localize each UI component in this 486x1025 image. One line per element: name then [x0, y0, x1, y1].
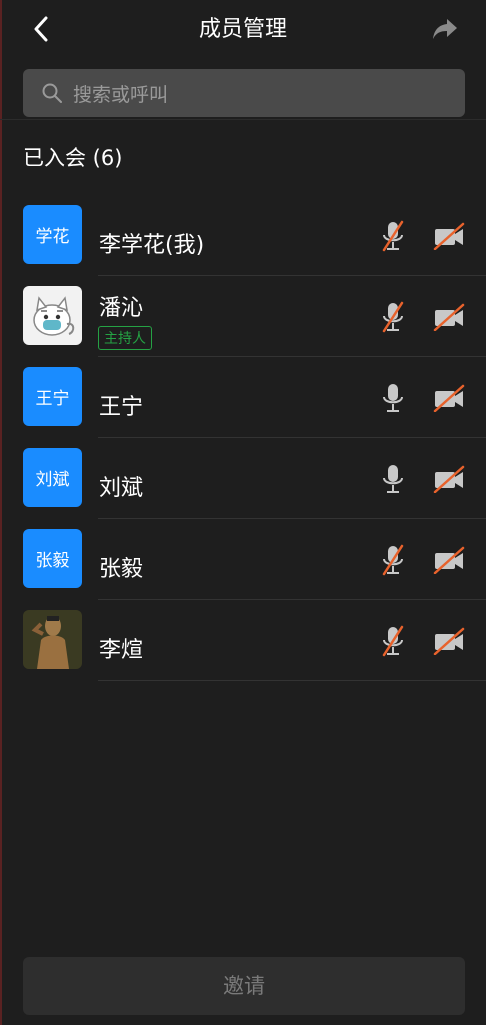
member-name: 李学花(我) — [99, 233, 205, 258]
mic-muted-icon — [382, 220, 404, 252]
section-title-joined: 已入会 (6) — [23, 146, 123, 170]
member-row[interactable]: 学花 李学花(我) — [0, 195, 486, 276]
avatar: 张毅 — [23, 529, 82, 588]
mic-muted-icon — [382, 301, 404, 333]
camera-off-icon — [433, 222, 465, 250]
avatar-cartoon-cat — [23, 286, 82, 345]
mic-muted-icon — [382, 544, 404, 576]
camera-off-button[interactable] — [432, 219, 466, 253]
back-button[interactable] — [26, 14, 56, 44]
mic-muted-button[interactable] — [378, 219, 408, 253]
mic-on-button[interactable] — [378, 381, 408, 415]
search-placeholder: 搜索或呼叫 — [73, 83, 169, 106]
member-name: 张毅 — [99, 557, 144, 582]
chevron-left-icon — [34, 16, 48, 42]
host-badge: 主持人 — [98, 326, 152, 350]
avatar: 王宁 — [23, 367, 82, 426]
member-row[interactable]: 张毅 张毅 — [0, 519, 486, 600]
share-button[interactable] — [428, 14, 462, 44]
camera-off-button[interactable] — [432, 381, 466, 415]
mic-icon — [383, 384, 403, 412]
avatar: 刘斌 — [23, 448, 82, 507]
mic-on-button[interactable] — [378, 462, 408, 496]
camera-off-button[interactable] — [432, 462, 466, 496]
camera-off-button[interactable] — [432, 300, 466, 334]
member-row[interactable]: 刘斌 刘斌 — [0, 438, 486, 519]
member-name: 刘斌 — [99, 476, 144, 501]
camera-off-icon — [433, 627, 465, 655]
mic-muted-button[interactable] — [378, 624, 408, 658]
mic-muted-button[interactable] — [378, 543, 408, 577]
member-row[interactable]: 潘沁 主持人 — [0, 276, 486, 357]
camera-off-icon — [433, 384, 465, 412]
camera-off-icon — [433, 546, 465, 574]
search-icon — [41, 82, 63, 104]
member-row[interactable]: 李煊 — [0, 600, 486, 681]
share-forward-icon — [433, 19, 457, 39]
member-name: 王宁 — [99, 395, 144, 420]
divider — [0, 119, 486, 120]
member-row[interactable]: 王宁 王宁 — [0, 357, 486, 438]
mic-icon — [383, 465, 403, 493]
member-name: 潘沁 — [99, 296, 144, 321]
invite-button[interactable]: 邀请 — [23, 957, 465, 1015]
camera-off-icon — [433, 465, 465, 493]
page-title: 成员管理 — [198, 17, 287, 42]
avatar-person-photo — [23, 610, 82, 669]
camera-off-icon — [433, 303, 465, 331]
mic-muted-button[interactable] — [378, 300, 408, 334]
camera-off-button[interactable] — [432, 543, 466, 577]
row-divider — [98, 680, 486, 681]
camera-off-button[interactable] — [432, 624, 466, 658]
top-bar: 成员管理 — [0, 0, 486, 60]
mic-muted-icon — [382, 625, 404, 657]
avatar: 学花 — [23, 205, 82, 264]
member-name: 李煊 — [99, 638, 144, 663]
search-input[interactable]: 搜索或呼叫 — [23, 69, 465, 117]
